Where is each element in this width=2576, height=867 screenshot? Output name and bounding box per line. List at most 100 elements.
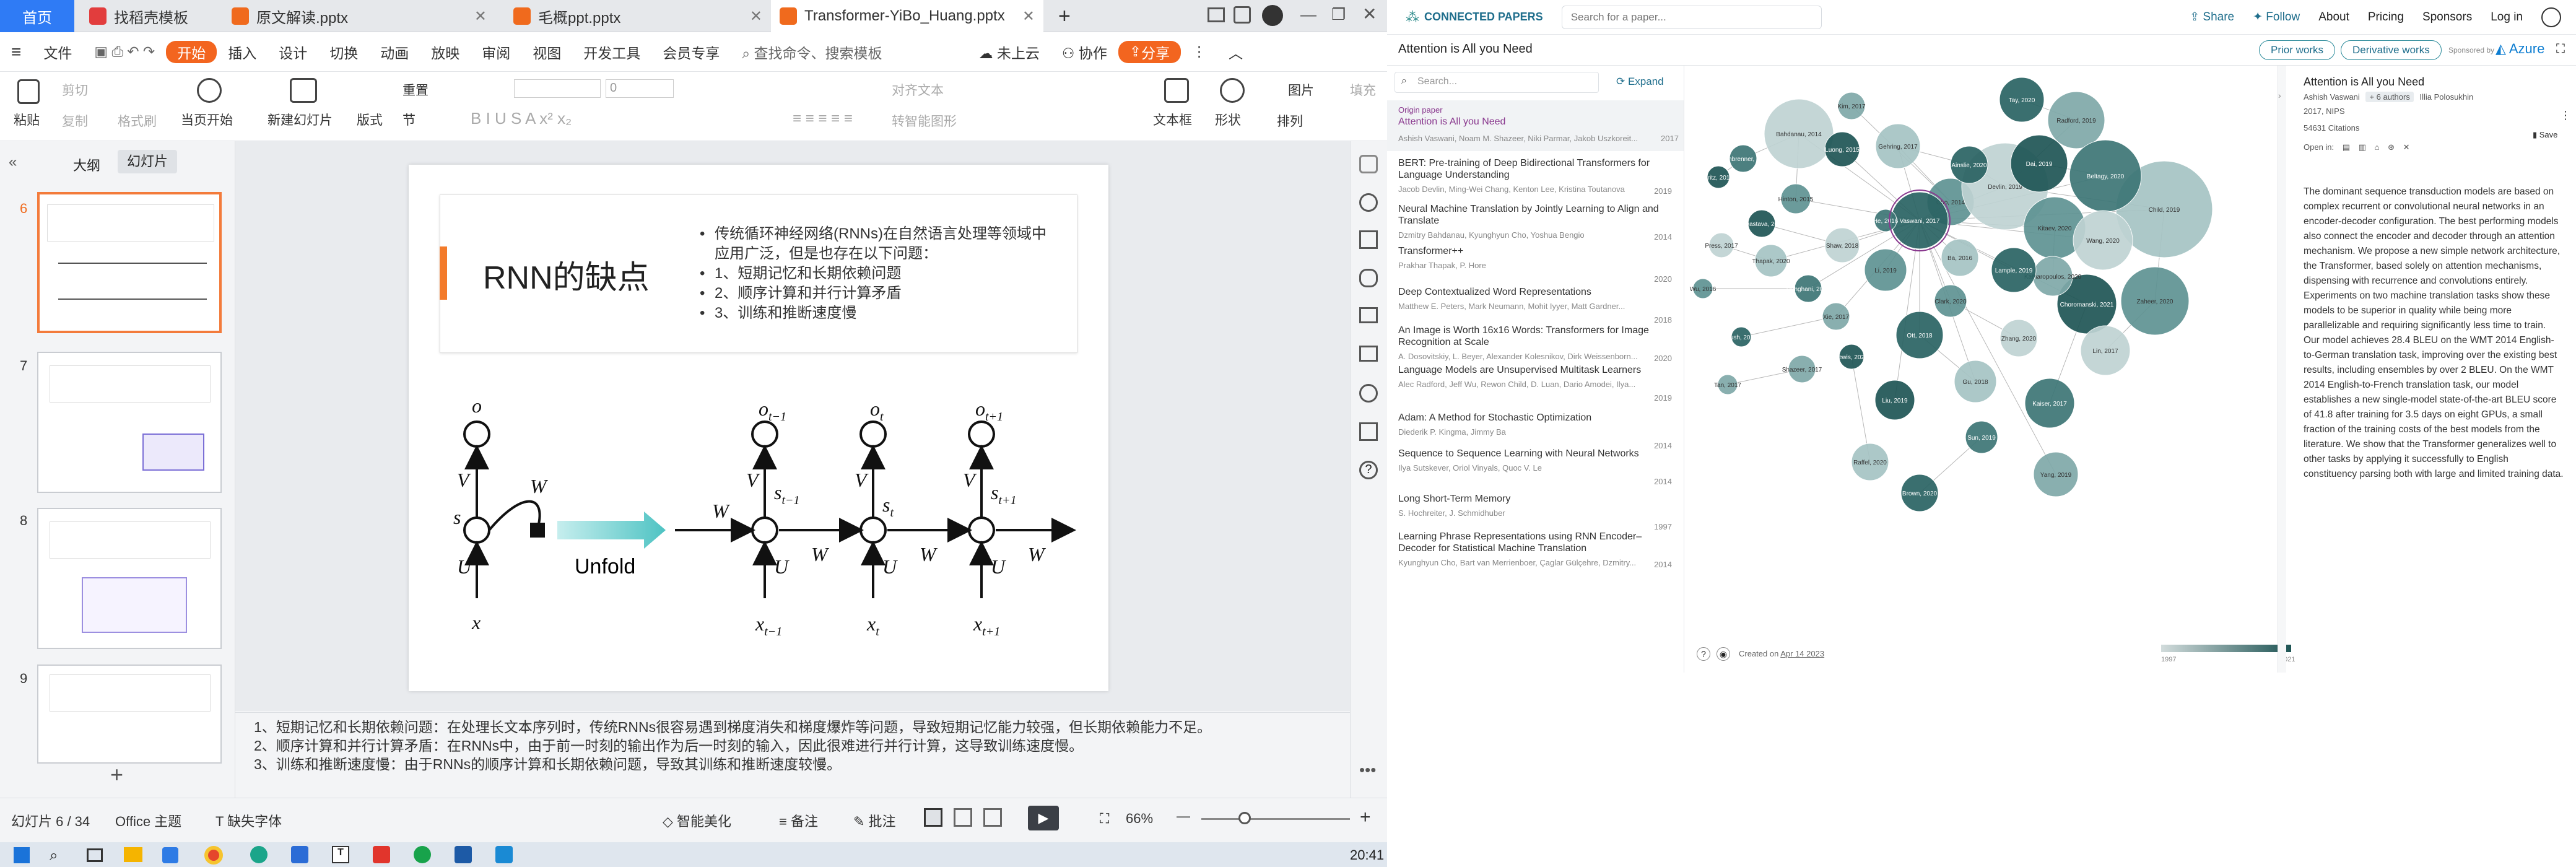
paper-node[interactable]: Press, 2017 [1705,232,1738,258]
menu-developer[interactable]: 开发工具 [572,41,651,63]
new-tab-button[interactable]: + [1050,0,1081,32]
align-text-button[interactable]: 对齐文本 [892,81,944,99]
slide-thumbnail-8[interactable] [37,508,222,649]
app-icon[interactable] [455,846,472,863]
format-painter-button[interactable]: 格式刷 [118,111,157,130]
screen-icon[interactable] [1359,307,1378,323]
arrange-button[interactable]: 排列 [1277,111,1303,130]
search-icon[interactable]: ⌕ [50,847,58,865]
author-link[interactable]: Illia Polosukhin [2419,92,2473,102]
menu-design[interactable]: 设计 [268,41,318,63]
help-icon[interactable]: ? [1359,461,1378,479]
more-icon[interactable]: ⋮ [2560,109,2571,122]
sponsors-link[interactable]: Sponsors [2422,11,2472,24]
paste-button[interactable]: 粘贴 [14,110,40,129]
cut-button[interactable]: 剪切 [62,81,88,99]
new-slide-icon[interactable] [290,78,317,103]
paper-list-item[interactable]: Long Short-Term Memory S. Hochreiter, J. … [1387,493,1684,531]
chrome-icon[interactable] [204,846,223,865]
detail-title[interactable]: Attention is All you Need [2304,76,2576,89]
edge-icon[interactable] [250,846,268,863]
paper-node[interactable]: Rush, 2015 [1725,326,1757,347]
reading-view-icon[interactable] [983,808,1002,827]
tab-slides[interactable]: 幻灯片 [118,150,177,173]
fit-icon[interactable]: ⛶ [1100,811,1109,827]
paper-node[interactable]: Wang, 2020 [2073,210,2133,271]
close-icon[interactable]: ✕ [474,7,487,25]
fill-button[interactable]: 填充 [1350,81,1376,99]
paper-list-item[interactable]: Language Models are Unsupervised Multita… [1387,364,1684,403]
zoom-level[interactable]: 66% [1126,811,1153,827]
settings-icon[interactable] [1359,230,1378,249]
paper-list-item[interactable]: Transformer++ Prakhar Thapak, P. Hore 2020 [1387,245,1684,284]
paper-node[interactable]: Gu, 2018 [1954,360,1997,403]
collapse-panel-icon[interactable]: « [9,154,17,171]
derivative-works-button[interactable]: Derivative works [2341,40,2442,60]
more-icon[interactable]: ••• [1359,760,1376,780]
paper-node[interactable]: Yang, 2019 [2033,451,2079,497]
paper-node[interactable]: Kim, 2017 [1837,92,1866,120]
menu-transition[interactable]: 切换 [318,41,369,63]
prior-works-button[interactable]: Prior works [2259,40,2336,60]
origin-paper-item[interactable]: Origin paper Attention is All you Need A… [1387,100,1684,151]
menu-review[interactable]: 审阅 [471,41,521,63]
rocket-icon[interactable] [1359,193,1378,212]
user-icon[interactable] [2541,7,2561,27]
paper-node[interactable]: Raffel, 2020 [1851,443,1889,481]
smartart-button[interactable]: 转智能图形 [892,111,957,130]
paper-node[interactable]: Ainslie, 2020 [1950,146,1988,184]
paper-node[interactable]: Shaw, 2018 [1824,227,1860,263]
paper-node[interactable]: Brown, 2020 [1900,474,1939,512]
paper-node[interactable]: Hinton, 2015 [1778,183,1814,214]
slide-thumbnail-7[interactable] [37,352,222,493]
semantic-scholar-icon[interactable]: ▥ [2359,142,2366,152]
close-icon[interactable]: ✕ [750,7,762,25]
paper-node[interactable]: Li, 2019 [1864,248,1907,292]
paper-node[interactable]: Vaswani, 2017 [1891,191,1949,250]
paper-node[interactable]: Clark, 2020 [1934,284,1967,318]
zoom-out-button[interactable]: — [1177,808,1190,824]
doi-icon[interactable]: ⊛ [2388,142,2395,152]
toolbar-icon-1[interactable] [1359,155,1378,173]
speaker-notes[interactable]: 1、短期记忆和长期依赖问题：在处理长文本序列时，传统RNNs很容易遇到梯度消失和… [235,712,1350,798]
minimize-icon[interactable]: — [1300,5,1316,24]
toolbar-quick-icons[interactable]: ▣ ⎙ ↶ ↷ [83,43,166,60]
font-style-buttons[interactable]: B I U S A x² x₂ [471,109,572,128]
menu-slideshow[interactable]: 放映 [420,41,471,63]
paper-node[interactable]: Ba, 2016 [1941,238,1979,277]
paper-node[interactable]: Luong, 2015 [1824,131,1860,167]
expand-button[interactable]: ⟳ Expand [1616,76,1664,88]
paper-list-item[interactable]: An Image is Worth 16x16 Words: Transform… [1387,325,1684,363]
created-date[interactable]: Apr 14 2023 [1780,649,1824,658]
tab-outline[interactable]: 大纲 [73,155,100,175]
help-icon[interactable]: ? [1697,647,1710,661]
new-slide-button[interactable]: 新建幻灯片 [268,110,333,129]
layout-icon[interactable] [1359,346,1378,362]
paper-list-item[interactable]: Deep Contextualized Word Representations… [1387,286,1684,325]
cloud-status[interactable]: ☁ 未上云 [967,41,1050,63]
paper-node[interactable]: Bahdanau, 2014 [1764,98,1834,169]
paper-node[interactable]: Shazeer, 2017 [1782,355,1822,383]
app-icon[interactable] [291,846,308,863]
paper-list-item[interactable]: Adam: A Method for Stochastic Optimizati… [1387,412,1684,450]
book-icon[interactable] [1359,422,1378,441]
paper-node[interactable]: Xie, 2017 [1822,302,1850,331]
paper-node[interactable]: Lin, 2017 [2080,325,2131,376]
slide-thumbnail-9[interactable] [37,664,222,764]
more-authors-badge[interactable]: + 6 authors [2365,92,2414,102]
compass-icon[interactable] [1359,384,1378,403]
add-slide-icon[interactable]: + [110,762,123,788]
layout-button[interactable]: 版式 [357,110,383,129]
paste-icon[interactable] [17,79,40,104]
list-search-input[interactable]: ⌕ Search... [1395,72,1599,93]
paper-node[interactable]: Wu, 2016 [1690,278,1717,299]
scholar-icon[interactable]: ⌂ [2375,142,2380,152]
pricing-link[interactable]: Pricing [2368,11,2404,24]
play-slideshow-button[interactable]: ▶ [1028,806,1059,830]
font-size-select[interactable]: 0 [606,79,674,98]
zoom-in-button[interactable]: + [1360,807,1371,828]
locate-icon[interactable]: ◉ [1717,647,1730,661]
window-layout-icon[interactable] [1208,7,1225,22]
follow-link[interactable]: ✦ Follow [2253,10,2300,24]
paper-search-input[interactable] [1561,5,1822,29]
